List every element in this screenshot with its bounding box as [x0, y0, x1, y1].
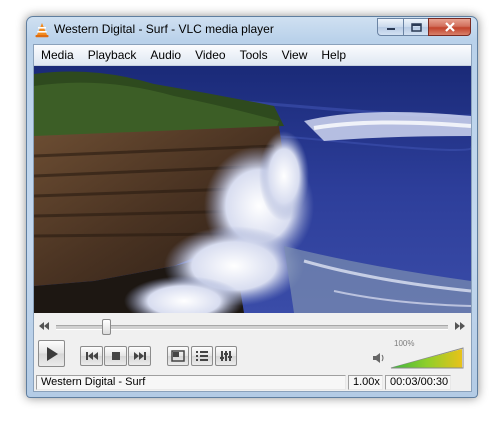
- menu-audio[interactable]: Audio: [143, 45, 188, 65]
- extended-settings-button[interactable]: [215, 346, 237, 366]
- seek-row: [34, 317, 471, 335]
- seek-slider[interactable]: [56, 319, 448, 335]
- menu-video[interactable]: Video: [188, 45, 232, 65]
- caption-buttons: [377, 18, 471, 37]
- menu-bar: Media Playback Audio Video Tools View He…: [34, 45, 471, 66]
- seek-thumb[interactable]: [102, 319, 112, 335]
- speaker-icon[interactable]: [372, 352, 386, 364]
- maximize-button[interactable]: [403, 18, 428, 36]
- window-title: Western Digital - Surf - VLC media playe…: [54, 22, 274, 36]
- maximize-icon: [410, 22, 422, 32]
- play-icon: [46, 346, 58, 361]
- next-icon: [133, 352, 146, 360]
- previous-icon: [85, 352, 98, 360]
- play-button[interactable]: [38, 340, 65, 367]
- surf-video-image: [34, 66, 471, 313]
- fullscreen-button[interactable]: [167, 346, 189, 366]
- stop-icon: [111, 352, 120, 360]
- playback-speed[interactable]: 1.00x: [348, 375, 383, 390]
- video-frame[interactable]: [34, 66, 471, 313]
- close-icon: [444, 22, 455, 32]
- faster-icon[interactable]: [454, 321, 466, 331]
- slower-icon[interactable]: [38, 321, 50, 331]
- playlist-icon: [196, 351, 208, 361]
- title-bar[interactable]: Western Digital - Surf - VLC media playe…: [27, 17, 477, 43]
- menu-playback[interactable]: Playback: [81, 45, 144, 65]
- time-display[interactable]: 00:03/00:30: [385, 375, 451, 390]
- vlc-cone-icon: [35, 23, 49, 38]
- status-bar: Western Digital - Surf 1.00x 00:03/00:30: [34, 374, 471, 391]
- menu-tools[interactable]: Tools: [233, 45, 275, 65]
- menu-media[interactable]: Media: [34, 45, 81, 65]
- status-media-name: Western Digital - Surf: [36, 375, 346, 390]
- menu-help[interactable]: Help: [314, 45, 353, 65]
- minimize-button[interactable]: [377, 18, 403, 36]
- control-bar: 100%: [34, 339, 471, 371]
- next-button[interactable]: [128, 346, 151, 366]
- volume-slider[interactable]: [390, 347, 464, 369]
- vlc-window: Western Digital - Surf - VLC media playe…: [26, 16, 478, 398]
- previous-button[interactable]: [80, 346, 103, 366]
- extended-settings-icon: [220, 351, 232, 361]
- fullscreen-icon: [171, 350, 185, 362]
- player-client-area: Media Playback Audio Video Tools View He…: [33, 44, 472, 392]
- close-button[interactable]: [428, 18, 471, 36]
- stop-button[interactable]: [104, 346, 127, 366]
- minimize-icon: [386, 28, 395, 30]
- playlist-button[interactable]: [191, 346, 213, 366]
- menu-view[interactable]: View: [275, 45, 315, 65]
